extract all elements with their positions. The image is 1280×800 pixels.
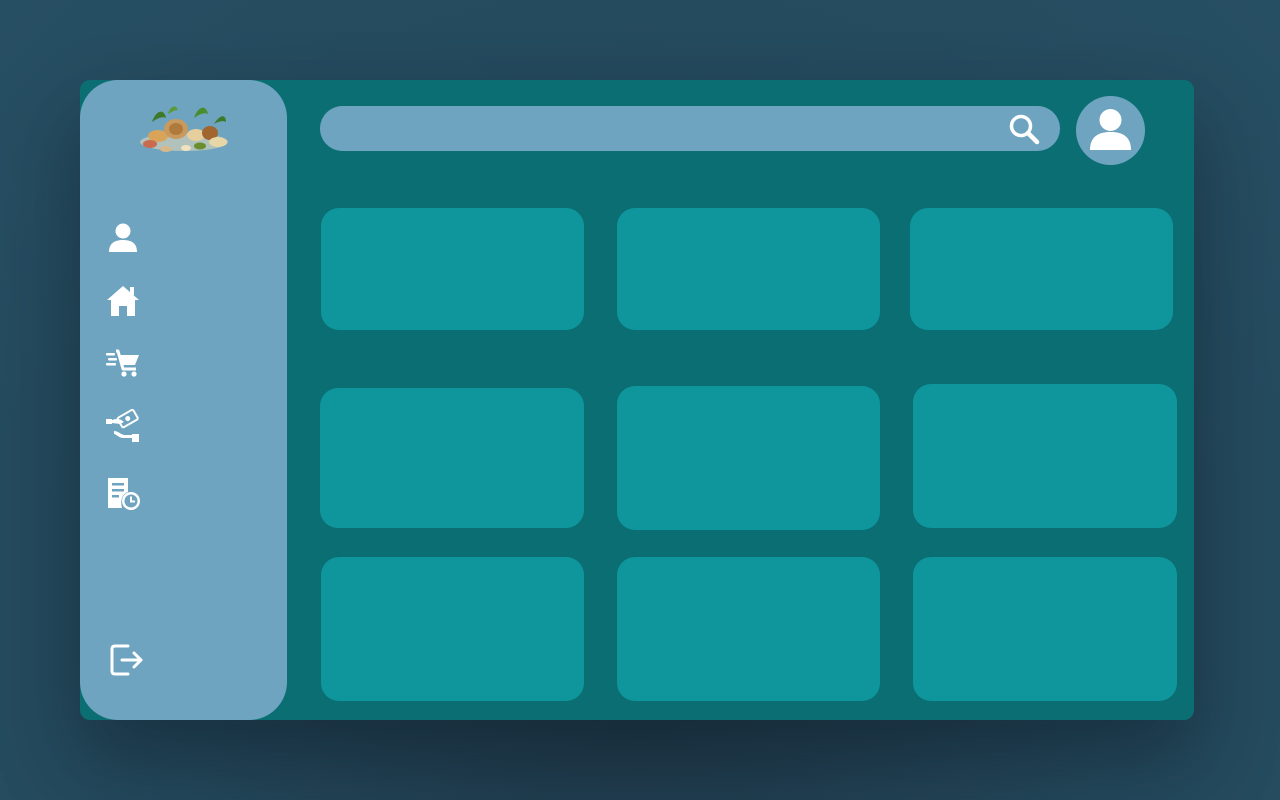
dashboard-card-8[interactable] [617,557,880,701]
dashboard-card-1[interactable] [321,208,584,330]
dashboard-card-9[interactable] [913,557,1177,701]
search-icon[interactable] [1006,111,1042,147]
user-icon[interactable] [104,218,142,256]
dashboard-card-3[interactable] [910,208,1173,330]
search-bar [320,106,1060,151]
dashboard-card-4[interactable] [320,388,584,528]
dashboard-card-7[interactable] [321,557,584,701]
dashboard-card-6[interactable] [913,384,1177,528]
fast-cart-icon[interactable] [104,343,142,381]
logout-icon[interactable] [106,640,146,680]
user-avatar-icon[interactable] [1076,96,1145,165]
home-icon[interactable] [104,281,142,319]
dashboard-card-5[interactable] [617,386,880,530]
search-input[interactable] [338,106,998,151]
report-clock-icon[interactable] [104,474,142,512]
sidebar [80,80,287,720]
payment-hand-icon[interactable] [104,407,142,445]
dashboard-card-2[interactable] [617,208,880,330]
app-window [80,80,1194,720]
nuts-logo [136,102,232,156]
